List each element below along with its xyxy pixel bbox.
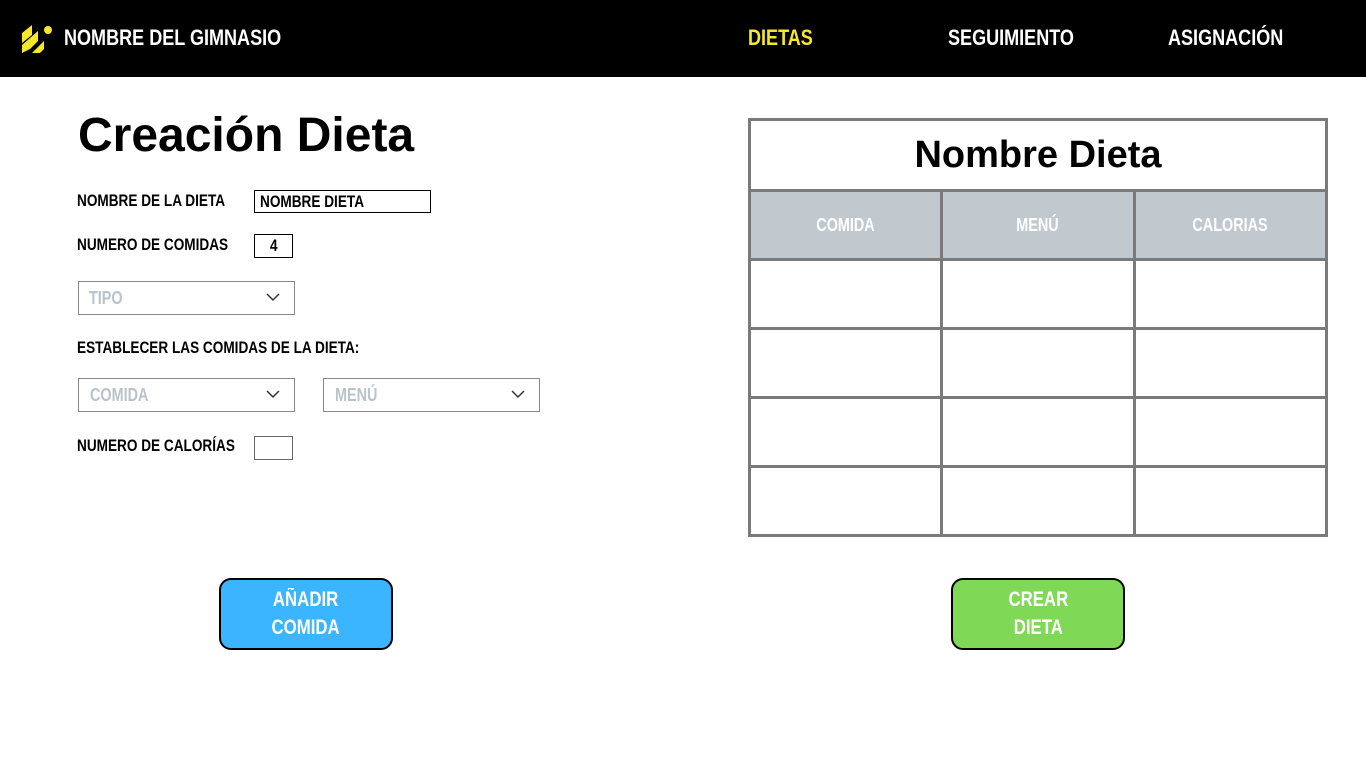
- chevron-down-icon: [511, 390, 525, 399]
- add-meal-button-label: AÑADIR COMIDA: [271, 588, 341, 639]
- meal-select[interactable]: COMIDA: [78, 378, 295, 412]
- add-meal-button[interactable]: AÑADIR COMIDA: [219, 578, 393, 650]
- table-cell: [1136, 468, 1325, 537]
- table-row: [751, 399, 1325, 468]
- table-cell: [943, 261, 1136, 327]
- page-title: Creación Dieta: [78, 109, 415, 162]
- table-cell: [943, 330, 1136, 396]
- table-cell: [1136, 330, 1325, 396]
- create-diet-button-label: CREAR DIETA: [1008, 588, 1068, 639]
- table-cell: [751, 468, 944, 537]
- diet-table: Nombre Dieta COMIDA MENÚ CALORIAS: [748, 118, 1328, 537]
- table-cell: [751, 261, 944, 327]
- column-header-menu: MENÚ: [943, 192, 1136, 258]
- diet-name-value: NOMBRE DIETA: [260, 192, 365, 211]
- chevron-down-icon: [266, 390, 280, 399]
- diet-name-label: NOMBRE DE LA DIETA: [77, 191, 226, 210]
- table-row: [751, 330, 1325, 399]
- column-header-label: MENÚ: [1016, 214, 1060, 235]
- diet-name-input[interactable]: NOMBRE DIETA: [254, 190, 431, 213]
- create-diet-button[interactable]: CREAR DIETA: [951, 578, 1125, 650]
- menu-placeholder: MENÚ: [335, 385, 378, 405]
- diet-table-title: Nombre Dieta: [751, 121, 1325, 192]
- chevron-down-icon: [266, 293, 280, 302]
- table-header-row: COMIDA MENÚ CALORIAS: [751, 192, 1325, 261]
- menu-select[interactable]: MENÚ: [323, 378, 540, 412]
- nav-asignacion[interactable]: ASIGNACIÓN: [1168, 22, 1283, 54]
- meal-count-value: 4: [269, 236, 278, 255]
- table-row: [751, 261, 1325, 330]
- meal-count-label: NUMERO DE COMIDAS: [77, 235, 229, 254]
- column-header-comida: COMIDA: [751, 192, 944, 258]
- table-cell: [751, 330, 944, 396]
- table-cell: [943, 468, 1136, 537]
- table-cell: [751, 399, 944, 465]
- set-meals-label: ESTABLECER LAS COMIDAS DE LA DIETA:: [77, 338, 360, 357]
- column-header-label: COMIDA: [816, 214, 875, 235]
- table-cell: [1136, 399, 1325, 465]
- column-header-label: CALORIAS: [1192, 214, 1268, 235]
- type-placeholder: TIPO: [89, 288, 123, 308]
- nav-seguimiento[interactable]: SEGUIMIENTO: [948, 22, 1074, 54]
- table-cell: [943, 399, 1136, 465]
- diet-table-grid: COMIDA MENÚ CALORIAS: [751, 192, 1325, 537]
- column-header-calorias: CALORIAS: [1136, 192, 1325, 258]
- table-cell: [1136, 261, 1325, 327]
- lightning-stripes-logo-icon: [22, 25, 52, 53]
- calories-input[interactable]: [254, 436, 293, 460]
- gym-name[interactable]: NOMBRE DEL GIMNASIO: [64, 22, 281, 54]
- meal-placeholder: COMIDA: [90, 385, 149, 405]
- meal-count-input[interactable]: 4: [254, 234, 293, 258]
- nav-dietas[interactable]: DIETAS: [748, 22, 813, 54]
- top-navbar: NOMBRE DEL GIMNASIO DIETAS SEGUIMIENTO A…: [0, 0, 1366, 77]
- type-select[interactable]: TIPO: [78, 281, 295, 315]
- table-row: [751, 468, 1325, 537]
- calories-label: NUMERO DE CALORÍAS: [77, 436, 235, 455]
